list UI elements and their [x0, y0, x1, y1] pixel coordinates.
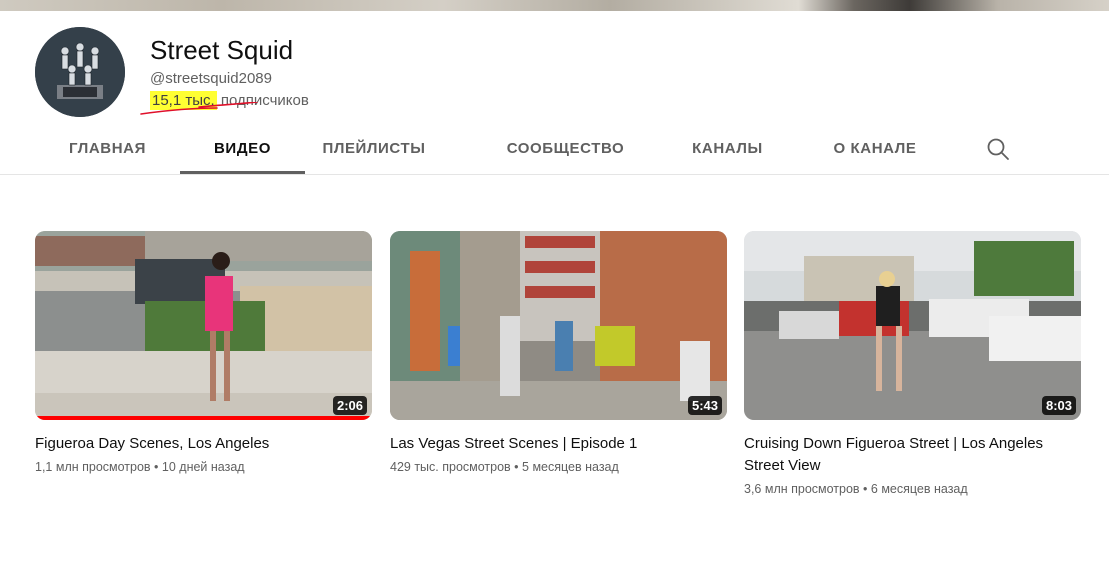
video-thumbnail[interactable]: 2:06 [35, 231, 372, 420]
video-views: 1,1 млн просмотров [35, 460, 151, 474]
channel-banner [0, 0, 1109, 11]
video-meta: 429 тыс. просмотров • 5 месяцев назад [390, 460, 728, 474]
video-duration: 8:03 [1041, 396, 1076, 415]
channel-tabs: ГЛАВНАЯ ВИДЕО ПЛЕЙЛИСТЫ СООБЩЕСТВО КАНАЛ… [35, 128, 1109, 174]
watch-progress-bar [35, 416, 372, 420]
video-thumbnail[interactable]: 8:03 [744, 231, 1081, 420]
meta-separator: • [510, 460, 523, 474]
meta-separator: • [859, 482, 871, 496]
tabs-divider [0, 174, 1109, 175]
video-duration: 5:43 [687, 396, 722, 415]
video-age: 10 дней назад [161, 460, 245, 474]
channel-header: Street Squid @streetsquid2089 15,1 тыс. … [35, 27, 1109, 127]
video-title[interactable]: Figueroa Day Scenes, Los Angeles [35, 433, 373, 455]
video-views: 3,6 млн просмотров [744, 482, 860, 496]
channel-name: Street Squid [150, 35, 294, 65]
video-age: 6 месяцев назад [870, 482, 968, 496]
tab-home[interactable]: ГЛАВНАЯ [35, 128, 180, 174]
video-views: 429 тыс. просмотров [390, 460, 511, 474]
search-icon[interactable] [985, 136, 1011, 162]
video-age: 5 месяцев назад [522, 460, 619, 474]
video-meta: 3,6 млн просмотров • 6 месяцев назад [744, 482, 1082, 496]
tab-playlists[interactable]: ПЛЕЙЛИСТЫ [305, 128, 443, 174]
video-card[interactable]: 5:43 Las Vegas Street Scenes | Episode 1… [390, 231, 728, 474]
tab-about[interactable]: О КАНАЛЕ [821, 128, 929, 174]
meta-separator: • [150, 460, 162, 474]
tab-videos[interactable]: ВИДЕО [180, 128, 305, 174]
channel-handle: @streetsquid2089 [150, 70, 272, 87]
tab-channels[interactable]: КАНАЛЫ [680, 128, 775, 174]
tab-community[interactable]: СООБЩЕСТВО [498, 128, 633, 174]
channel-avatar[interactable] [35, 27, 125, 117]
video-title[interactable]: Las Vegas Street Scenes | Episode 1 [390, 433, 728, 455]
video-meta: 1,1 млн просмотров • 10 дней назад [35, 460, 373, 474]
video-card[interactable]: 8:03 Cruising Down Figueroa Street | Los… [744, 231, 1082, 496]
video-duration: 2:06 [332, 396, 367, 415]
video-thumbnail[interactable]: 5:43 [390, 231, 727, 420]
video-title[interactable]: Cruising Down Figueroa Street | Los Ange… [744, 433, 1082, 477]
red-underline-annotation [140, 102, 258, 115]
video-card[interactable]: 2:06 Figueroa Day Scenes, Los Angeles 1,… [35, 231, 373, 474]
